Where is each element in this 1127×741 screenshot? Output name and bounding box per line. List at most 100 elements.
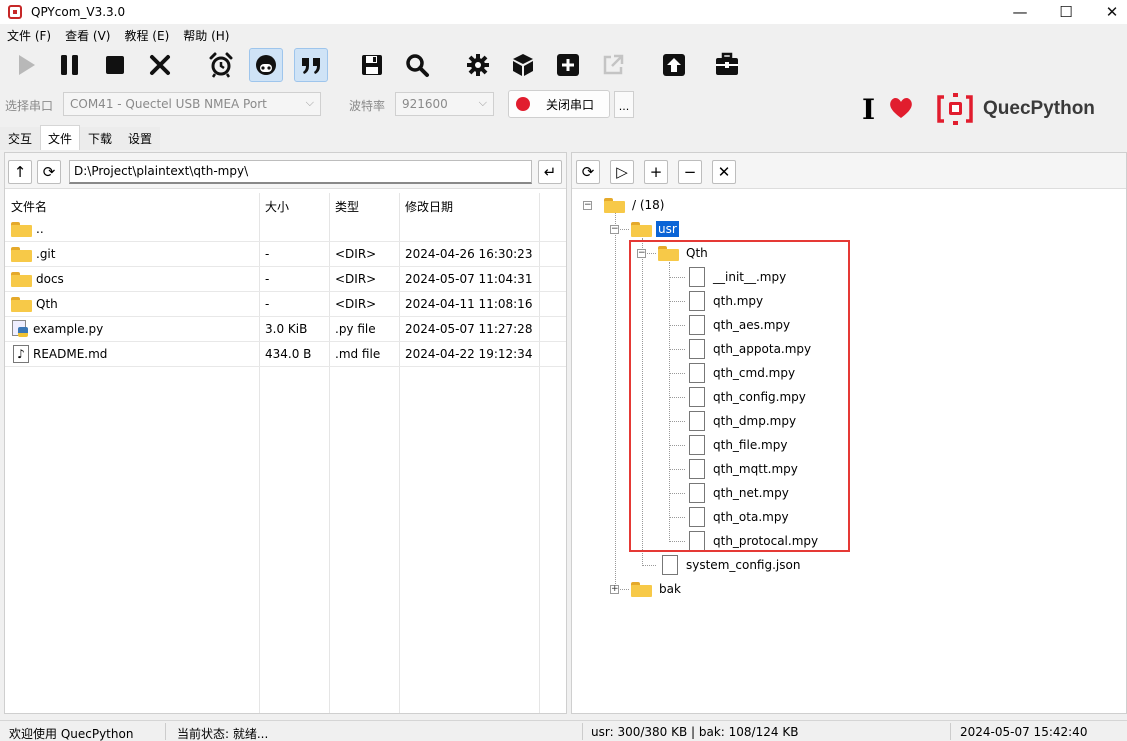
device-delete-button[interactable]: ✕ bbox=[712, 160, 736, 184]
python-file-icon bbox=[12, 320, 30, 338]
maximize-button[interactable]: ☐ bbox=[1043, 0, 1089, 24]
tree-label: bak bbox=[659, 582, 681, 596]
collapse-root-toggle[interactable]: − bbox=[583, 201, 592, 210]
file-name: README.md bbox=[33, 347, 108, 361]
minus-icon: − bbox=[683, 163, 697, 181]
plus-box-icon bbox=[557, 54, 579, 76]
tree-node-usr[interactable]: usr bbox=[631, 219, 679, 239]
file-type: .py file bbox=[335, 322, 376, 336]
minimize-button[interactable]: — bbox=[997, 0, 1043, 24]
quecpython-logo-icon bbox=[937, 93, 973, 125]
folder-icon bbox=[631, 221, 653, 237]
brand-name: QuecPython bbox=[983, 98, 1095, 119]
stop-icon bbox=[106, 56, 124, 74]
file-size: - bbox=[265, 247, 270, 261]
table-row[interactable]: Qth - <DIR> 2024-04-11 11:08:16 bbox=[5, 292, 566, 317]
cube-icon bbox=[513, 54, 533, 76]
local-file-table: 文件名 大小 类型 修改日期 .. .git - <DIR> 2024-04-2… bbox=[5, 195, 566, 367]
table-row[interactable]: .. bbox=[5, 217, 566, 242]
table-row[interactable]: .git - <DIR> 2024-04-26 16:30:23 bbox=[5, 242, 566, 267]
folder-icon bbox=[11, 246, 33, 262]
file-type: <DIR> bbox=[335, 247, 377, 261]
device-remove-button[interactable]: − bbox=[678, 160, 702, 184]
close-icon: ✕ bbox=[717, 163, 731, 181]
menu-bar: 文件 (F) 查看 (V) 教程 (E) 帮助 (H) bbox=[0, 25, 236, 45]
table-row[interactable]: example.py 3.0 KiB .py file 2024-05-07 1… bbox=[5, 317, 566, 342]
tab-interactive[interactable]: 交互 bbox=[0, 127, 41, 150]
file-name: example.py bbox=[33, 322, 104, 336]
upload-button[interactable] bbox=[657, 48, 691, 82]
device-add-button[interactable]: + bbox=[644, 160, 668, 184]
more-button[interactable]: ... bbox=[614, 91, 634, 118]
menu-tutorial[interactable]: 教程 (E) bbox=[117, 27, 176, 44]
col-name-header[interactable]: 文件名 bbox=[5, 198, 259, 215]
menu-view[interactable]: 查看 (V) bbox=[58, 27, 117, 44]
toolbox-icon bbox=[716, 52, 738, 75]
highlight-annotation-box bbox=[629, 240, 850, 552]
tab-download[interactable]: 下载 bbox=[80, 127, 121, 150]
chevron-down-icon: ⌵ bbox=[478, 96, 487, 109]
quote-icon bbox=[302, 58, 320, 74]
settings-button[interactable] bbox=[461, 48, 495, 82]
title-bar: QPYcom_V3.3.0 — ☐ ✕ bbox=[0, 0, 1127, 24]
tree-file[interactable]: system_config.json bbox=[660, 555, 800, 575]
port-value: COM41 - Quectel USB NMEA Port bbox=[70, 97, 267, 111]
menu-file[interactable]: 文件 (F) bbox=[0, 27, 58, 44]
save-button[interactable] bbox=[355, 48, 389, 82]
file-name: Qth bbox=[36, 297, 58, 311]
baud-label: 波特率 bbox=[349, 99, 386, 113]
col-type-header[interactable]: 类型 bbox=[329, 198, 399, 215]
menu-help[interactable]: 帮助 (H) bbox=[176, 27, 236, 44]
app-logo-icon bbox=[8, 5, 22, 19]
device-run-button[interactable]: ▷ bbox=[610, 160, 634, 184]
find-button[interactable] bbox=[400, 48, 434, 82]
robot-button[interactable] bbox=[249, 48, 283, 82]
tree-node-bak[interactable]: bak bbox=[631, 579, 681, 599]
status-bar: 欢迎使用 QuecPython 当前状态: 就绪... usr: 300/380… bbox=[0, 720, 1127, 741]
quote-button[interactable] bbox=[294, 48, 328, 82]
run-button[interactable] bbox=[9, 48, 43, 82]
col-size-header[interactable]: 大小 bbox=[259, 198, 329, 215]
table-row[interactable]: docs - <DIR> 2024-05-07 11:04:31 bbox=[5, 267, 566, 292]
up-dir-button[interactable]: ↑ bbox=[8, 160, 32, 184]
timer-button[interactable] bbox=[204, 48, 238, 82]
col-date-header[interactable]: 修改日期 bbox=[399, 198, 539, 215]
window-title: QPYcom_V3.3.0 bbox=[31, 5, 126, 19]
baud-select[interactable]: 921600 ⌵ bbox=[395, 92, 494, 116]
file-date: 2024-05-07 11:27:28 bbox=[405, 322, 533, 336]
export-button[interactable] bbox=[596, 48, 630, 82]
local-nav-bar: ↑ ⟳ D:\Project\plaintext\qth-mpy\ ↵ bbox=[5, 153, 566, 189]
status-welcome: 欢迎使用 QuecPython bbox=[9, 727, 134, 741]
tab-settings[interactable]: 设置 bbox=[120, 127, 161, 150]
package-button[interactable] bbox=[506, 48, 540, 82]
toolbox-button[interactable] bbox=[710, 48, 744, 82]
tab-files[interactable]: 文件 bbox=[40, 125, 81, 150]
export-icon bbox=[603, 54, 624, 75]
tree-line bbox=[642, 565, 656, 566]
tree-line bbox=[615, 212, 616, 590]
heart-icon bbox=[890, 98, 912, 118]
tree-node-root[interactable]: / (18) bbox=[604, 195, 665, 215]
tree-label: / (18) bbox=[632, 198, 665, 212]
device-refresh-button[interactable]: ⟳ bbox=[576, 160, 600, 184]
cancel-button[interactable] bbox=[143, 48, 177, 82]
stop-button[interactable] bbox=[98, 48, 132, 82]
toolbar bbox=[0, 46, 1127, 86]
file-date: 2024-04-22 19:12:34 bbox=[405, 347, 533, 361]
status-datetime: 2024-05-07 15:42:40 bbox=[960, 725, 1088, 739]
local-refresh-button[interactable]: ⟳ bbox=[37, 160, 61, 184]
close-window-button[interactable]: ✕ bbox=[1089, 0, 1127, 24]
expand-bak-toggle[interactable]: + bbox=[610, 585, 619, 594]
go-path-button[interactable]: ↵ bbox=[538, 160, 562, 184]
collapse-usr-toggle[interactable]: − bbox=[610, 225, 619, 234]
text-cursor-icon: I bbox=[862, 93, 876, 126]
new-button[interactable] bbox=[551, 48, 585, 82]
refresh-icon: ⟳ bbox=[581, 163, 595, 181]
table-row[interactable]: ♪ README.md 434.0 B .md file 2024-04-22 1… bbox=[5, 342, 566, 367]
port-select[interactable]: COM41 - Quectel USB NMEA Port ⌵ bbox=[63, 92, 321, 116]
file-type: <DIR> bbox=[335, 297, 377, 311]
local-path-input[interactable]: D:\Project\plaintext\qth-mpy\ bbox=[69, 160, 532, 184]
pause-button[interactable] bbox=[53, 48, 87, 82]
close-port-button[interactable]: 关闭串口 bbox=[508, 90, 610, 118]
music-file-icon: ♪ bbox=[13, 345, 29, 363]
